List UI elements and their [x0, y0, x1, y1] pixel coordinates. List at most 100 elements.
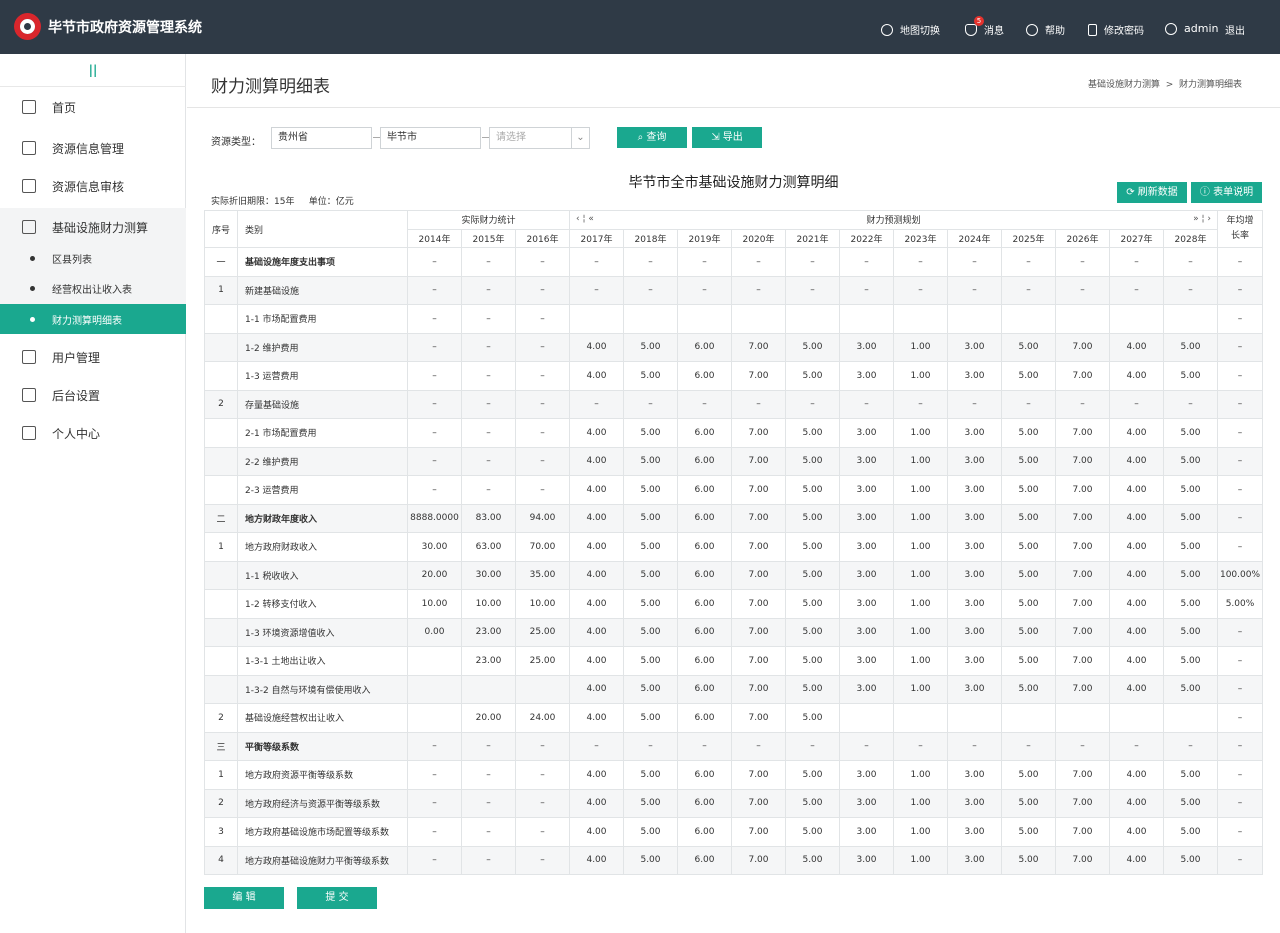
value-cell[interactable]: 3.00	[839, 475, 894, 505]
value-cell[interactable]: 3.00	[947, 560, 1002, 590]
edit-button[interactable]: 编 辑	[204, 887, 284, 909]
value-cell[interactable]: 4.00	[569, 361, 624, 391]
value-cell[interactable]: 4.00	[569, 418, 624, 448]
value-cell[interactable]: 3.00	[947, 589, 1002, 619]
value-cell[interactable]	[1109, 703, 1164, 733]
value-cell[interactable]: 4.00	[569, 446, 624, 476]
value-cell[interactable]: 6.00	[677, 446, 732, 476]
refresh-data-button[interactable]: ⟳ 刷新数据	[1117, 182, 1187, 203]
value-cell[interactable]: 7.00	[1055, 646, 1110, 676]
value-cell[interactable]: 7.00	[1055, 788, 1110, 818]
value-cell[interactable]: 5.00	[785, 332, 840, 362]
value-cell[interactable]: –	[407, 817, 462, 847]
form-explain-button[interactable]: ⓘ 表单说明	[1191, 182, 1262, 203]
value-cell[interactable]: –	[893, 275, 948, 305]
map-switch-link[interactable]: 地图切换	[881, 22, 940, 37]
value-cell[interactable]: –	[407, 446, 462, 476]
value-cell[interactable]: 5.00	[623, 532, 678, 562]
value-cell[interactable]: 7.00	[731, 418, 786, 448]
value-cell[interactable]: –	[461, 788, 516, 818]
value-cell[interactable]: 6.00	[677, 475, 732, 505]
value-cell[interactable]: 5.00	[785, 418, 840, 448]
value-cell[interactable]: 1.00	[893, 418, 948, 448]
value-cell[interactable]	[407, 703, 462, 733]
value-cell[interactable]: –	[1001, 731, 1056, 761]
value-cell[interactable]: 6.00	[677, 760, 732, 790]
value-cell[interactable]: –	[461, 275, 516, 305]
value-cell[interactable]: 5.00	[785, 446, 840, 476]
value-cell[interactable]: –	[1109, 731, 1164, 761]
value-cell[interactable]: –	[839, 731, 894, 761]
value-cell[interactable]	[947, 703, 1002, 733]
value-cell[interactable]: 4.00	[569, 817, 624, 847]
value-cell[interactable]: –	[461, 446, 516, 476]
value-cell[interactable]: 3.00	[947, 446, 1002, 476]
value-cell[interactable]: 24.00	[515, 703, 570, 733]
value-cell[interactable]: –	[515, 446, 570, 476]
value-cell[interactable]: –	[731, 247, 786, 277]
value-cell[interactable]: –	[731, 275, 786, 305]
value-cell[interactable]: 5.00	[785, 361, 840, 391]
value-cell[interactable]: –	[947, 247, 1002, 277]
value-cell[interactable]: 5.00	[1001, 446, 1056, 476]
value-cell[interactable]	[1055, 304, 1110, 334]
sidebar-item-users[interactable]: 用户管理	[0, 338, 186, 376]
value-cell[interactable]: 3.00	[839, 617, 894, 647]
value-cell[interactable]: 7.00	[731, 446, 786, 476]
value-cell[interactable]: 5.00	[623, 589, 678, 619]
sidebar-toggle[interactable]: ||	[0, 54, 186, 87]
value-cell[interactable]: –	[623, 731, 678, 761]
value-cell[interactable]: –	[407, 361, 462, 391]
value-cell[interactable]: 5.00	[1001, 646, 1056, 676]
value-cell[interactable]: 5.00	[623, 845, 678, 875]
province-select[interactable]: 贵州省	[271, 127, 372, 149]
value-cell[interactable]: 3.00	[947, 475, 1002, 505]
value-cell[interactable]: –	[407, 332, 462, 362]
value-cell[interactable]: 3.00	[947, 788, 1002, 818]
value-cell[interactable]: 5.00	[785, 845, 840, 875]
value-cell[interactable]: 5.00	[623, 760, 678, 790]
value-cell[interactable]: 4.00	[569, 703, 624, 733]
value-cell[interactable]: 3.00	[947, 817, 1002, 847]
value-cell[interactable]: –	[515, 475, 570, 505]
value-cell[interactable]: 1.00	[893, 503, 948, 533]
value-cell[interactable]: 7.00	[731, 674, 786, 704]
value-cell[interactable]: –	[677, 247, 732, 277]
value-cell[interactable]: 6.00	[677, 332, 732, 362]
value-cell[interactable]: 7.00	[1055, 817, 1110, 847]
export-button[interactable]: ⇲ 导出	[692, 127, 762, 148]
value-cell[interactable]: –	[515, 275, 570, 305]
value-cell[interactable]: –	[407, 731, 462, 761]
value-cell[interactable]: 5.00	[785, 589, 840, 619]
value-cell[interactable]: 1.00	[893, 361, 948, 391]
value-cell[interactable]: –	[407, 304, 462, 334]
value-cell[interactable]: 7.00	[731, 646, 786, 676]
value-cell[interactable]: –	[515, 731, 570, 761]
value-cell[interactable]: 1.00	[893, 845, 948, 875]
value-cell[interactable]: –	[893, 247, 948, 277]
breadcrumb-parent[interactable]: 基础设施财力测算	[1088, 80, 1160, 90]
value-cell[interactable]: 1.00	[893, 617, 948, 647]
value-cell[interactable]: 5.00	[1163, 475, 1218, 505]
value-cell[interactable]: –	[1109, 389, 1164, 419]
value-cell[interactable]: 4.00	[1109, 674, 1164, 704]
value-cell[interactable]: 4.00	[1109, 817, 1164, 847]
value-cell[interactable]: 25.00	[515, 646, 570, 676]
value-cell[interactable]: 35.00	[515, 560, 570, 590]
sidebar-item-resource-audit[interactable]: 资源信息审核	[0, 167, 186, 205]
value-cell[interactable]: 23.00	[461, 617, 516, 647]
value-cell[interactable]	[1001, 703, 1056, 733]
value-cell[interactable]: 4.00	[1109, 589, 1164, 619]
value-cell[interactable]: 8888.0000	[407, 503, 462, 533]
value-cell[interactable]: –	[785, 731, 840, 761]
value-cell[interactable]: 3.00	[947, 646, 1002, 676]
value-cell[interactable]: –	[569, 389, 624, 419]
sidebar-subitem-finance-detail[interactable]: 财力测算明细表	[0, 304, 186, 334]
value-cell[interactable]: 7.00	[1055, 845, 1110, 875]
value-cell[interactable]: 4.00	[1109, 332, 1164, 362]
value-cell[interactable]: 5.00	[1001, 589, 1056, 619]
value-cell[interactable]: 5.00	[623, 817, 678, 847]
value-cell[interactable]: 7.00	[731, 845, 786, 875]
value-cell[interactable]: –	[1001, 247, 1056, 277]
change-password-link[interactable]: 修改密码	[1088, 22, 1144, 37]
